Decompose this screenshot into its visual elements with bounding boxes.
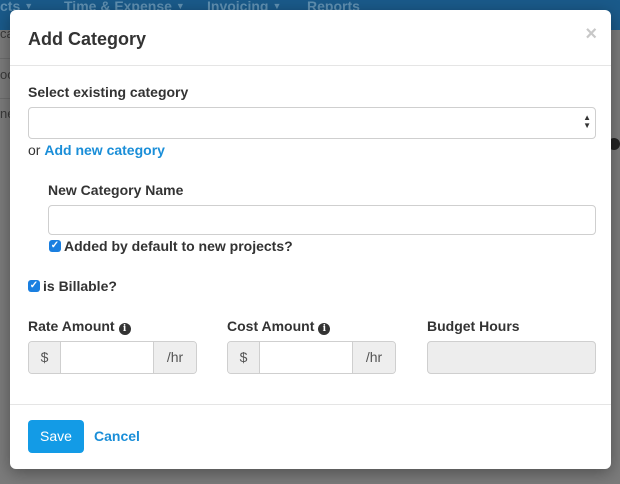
info-icon[interactable]: i: [318, 323, 331, 335]
select-arrows-icon: ▲ ▼: [583, 113, 591, 130]
save-button[interactable]: Save: [28, 420, 84, 453]
cost-amount-input[interactable]: [261, 342, 352, 373]
add-category-modal: Add Category × Select existing category …: [10, 10, 611, 469]
footer-divider: [10, 404, 611, 405]
budget-hours-label: Budget Hours: [427, 318, 520, 334]
info-icon[interactable]: i: [118, 323, 131, 335]
rate-amount-input-group: $ /hr: [28, 341, 197, 374]
close-icon[interactable]: ×: [585, 24, 597, 44]
cost-amount-label-text: Cost Amount: [227, 318, 315, 334]
new-category-name-input[interactable]: [48, 205, 596, 235]
is-billable-label: is Billable?: [43, 278, 117, 294]
add-new-category-line: or Add new category: [28, 142, 165, 158]
existing-category-label: Select existing category: [28, 84, 189, 100]
or-text: or: [28, 142, 41, 158]
modal-title: Add Category: [28, 29, 147, 49]
default-to-new-projects-label: Added by default to new projects?: [64, 238, 293, 254]
rate-amount-input[interactable]: [62, 342, 153, 373]
cost-currency-addon: $: [228, 342, 260, 373]
cost-amount-input-group: $ /hr: [227, 341, 396, 374]
cancel-button[interactable]: Cancel: [94, 428, 140, 444]
existing-category-select[interactable]: ▲ ▼: [28, 107, 596, 139]
default-to-new-projects-checkbox[interactable]: ✓: [49, 240, 61, 252]
rate-currency-addon: $: [29, 342, 61, 373]
rate-amount-label-text: Rate Amount: [28, 318, 115, 334]
budget-hours-input[interactable]: [427, 341, 596, 374]
modal-header: Add Category ×: [10, 10, 611, 66]
cost-per-hour-addon: /hr: [352, 342, 395, 373]
rate-amount-label: Rate Amount i: [28, 318, 131, 335]
new-category-name-label: New Category Name: [48, 182, 184, 198]
add-new-category-link[interactable]: Add new category: [44, 142, 165, 158]
is-billable-checkbox[interactable]: ✓: [28, 280, 40, 292]
rate-per-hour-addon: /hr: [153, 342, 196, 373]
cost-amount-label: Cost Amount i: [227, 318, 331, 335]
